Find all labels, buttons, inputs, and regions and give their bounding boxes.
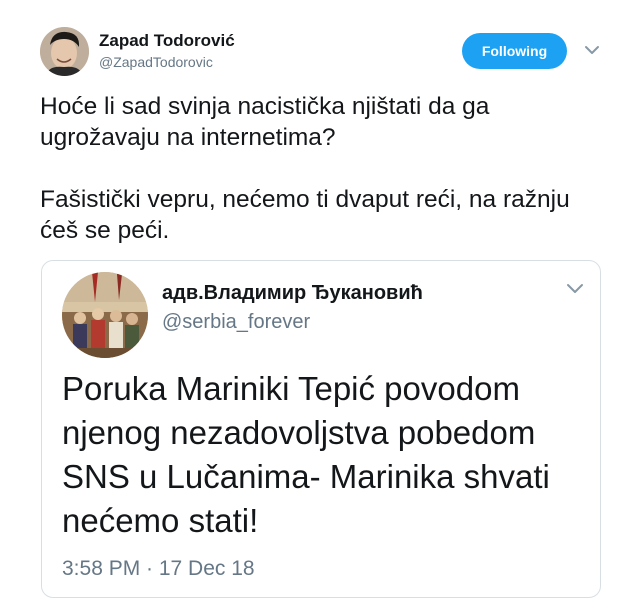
quoted-tweet-text: Poruka Mariniki Tepić povodom njenog nez… bbox=[62, 370, 550, 539]
quoted-author-handle[interactable]: @serbia_forever bbox=[162, 311, 310, 334]
quoted-avatar[interactable] bbox=[62, 272, 148, 358]
quoted-author-name[interactable]: адв.Владимир Ђукановић bbox=[162, 282, 423, 305]
quoted-tweet-card[interactable]: адв.Владимир Ђукановић @serbia_forever P… bbox=[41, 260, 601, 598]
chevron-down-icon[interactable] bbox=[564, 277, 586, 299]
tweet: Zapad Todorović @ZapadTodorovic Followin… bbox=[0, 0, 641, 609]
author-name[interactable]: Zapad Todorović bbox=[99, 31, 235, 51]
following-button[interactable]: Following bbox=[462, 33, 567, 69]
quoted-timestamp[interactable]: 3:58 PM · 17 Dec 18 bbox=[62, 557, 255, 581]
tweet-text: Hoće li sad svinja nacistička njištati d… bbox=[40, 93, 570, 244]
avatar-portrait bbox=[40, 27, 89, 76]
author-handle[interactable]: @ZapadTodorovic bbox=[99, 54, 213, 70]
painting-avatar bbox=[62, 272, 148, 358]
avatar[interactable] bbox=[40, 27, 89, 76]
chevron-down-icon[interactable] bbox=[583, 41, 601, 59]
